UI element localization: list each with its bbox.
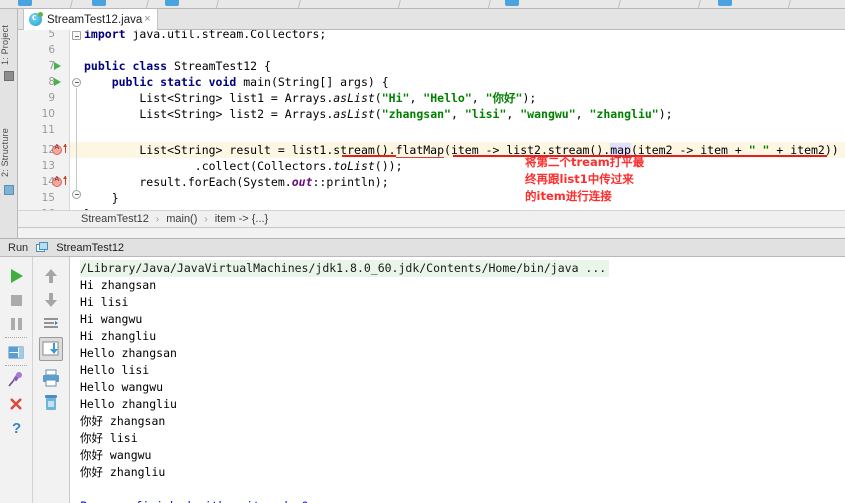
up-arrow-button[interactable] <box>40 265 62 287</box>
editor-tab-streamtest12[interactable]: StreamTest12.java × <box>23 9 158 30</box>
toolbar-separator <box>397 0 404 8</box>
toolbar-divider <box>5 365 27 366</box>
toolbar-separator <box>617 0 624 8</box>
run-tool-window-body: ? /Library/Java/JavaVirtualMachines/jdk1… <box>0 257 845 503</box>
console-line: Hello zhangsan <box>80 346 177 360</box>
code-line-5: import java.util.stream.Collectors; <box>84 30 327 41</box>
annotation-underline-flatmap <box>342 155 396 157</box>
java-class-icon <box>29 12 43 26</box>
toolbar-separator <box>145 0 152 8</box>
run-gutter-icon[interactable] <box>54 78 61 86</box>
breadcrumb-item-class[interactable]: StreamTest12 <box>81 213 149 225</box>
editor-gutter[interactable]: 5 6 7 8 9 10 11 12 13 14 15 16 <box>18 30 70 210</box>
breadcrumb-item-method[interactable]: main() <box>166 213 197 225</box>
code-line-9: List<String> list1 = Arrays.asList("Hi",… <box>84 91 537 105</box>
warning-arrow-icon <box>63 144 67 153</box>
line-number: 10 <box>41 108 55 120</box>
breadcrumb[interactable]: StreamTest12 › main() › item -> {...} <box>18 210 845 228</box>
chevron-right-icon: › <box>155 213 160 225</box>
run-tool-window-header: Run StreamTest12 <box>0 238 845 257</box>
print-button[interactable] <box>40 367 62 389</box>
code-line-7: public class StreamTest12 { <box>84 59 271 73</box>
toolbar-icon-5[interactable] <box>718 0 732 6</box>
svg-text:?: ? <box>12 420 21 437</box>
sidebar-item-structure[interactable]: 2: Structure <box>0 109 18 177</box>
console-line: 你好 lisi <box>80 431 138 445</box>
code-line-14: result.forEach(System.out::println); <box>84 175 389 189</box>
annotation-line-1: 将第二个tream打平最 <box>525 155 645 169</box>
layout-settings-button[interactable] <box>5 341 27 363</box>
breadcrumb-item-lambda[interactable]: item -> {...} <box>215 213 269 225</box>
console-line: 你好 wangwu <box>80 448 152 462</box>
stop-button[interactable] <box>5 289 27 311</box>
line-number: 11 <box>41 124 55 136</box>
line-number: 9 <box>48 92 55 104</box>
chevron-right-icon: › <box>204 213 208 225</box>
run-gutter-icon[interactable] <box>54 62 61 70</box>
console-line: Hi lisi <box>80 295 129 309</box>
down-arrow-button[interactable] <box>40 289 62 311</box>
console-line: Hi wangwu <box>80 312 143 326</box>
toolbar-icon-4[interactable] <box>505 0 519 6</box>
soft-wrap-button[interactable] <box>40 313 62 335</box>
annotation-line-3: 的item进行连接 <box>525 189 612 203</box>
pause-button[interactable] <box>5 313 27 335</box>
toolbar-icon-1[interactable] <box>18 0 32 6</box>
code-line-8: public static void main(String[] args) { <box>111 75 389 89</box>
toolbar-separator <box>697 0 704 8</box>
console-command-line: /Library/Java/JavaVirtualMachines/jdk1.8… <box>80 260 610 277</box>
code-line-13: .collect(Collectors.toList()); <box>84 159 403 173</box>
intellij-idea-window: 1: Project 2: Structure StreamTest12.jav… <box>0 0 845 503</box>
main-toolbar-strip <box>0 0 845 9</box>
scroll-to-end-button[interactable] <box>39 337 63 361</box>
console-line: Hi zhangliu <box>80 329 157 343</box>
console-line: Hello zhangliu <box>80 397 177 411</box>
help-button[interactable]: ? <box>5 417 27 439</box>
editor-tab-row: StreamTest12.java × <box>18 9 845 30</box>
toolbar-icon-2[interactable] <box>92 0 106 6</box>
line-number: 6 <box>48 44 55 56</box>
code-text[interactable]: import java.util.stream.Collectors; publ… <box>70 30 845 210</box>
project-icon <box>4 71 14 81</box>
console-line: Hi zhangsan <box>80 278 157 292</box>
sidebar-item-project[interactable]: 1: Project <box>0 11 18 65</box>
close-icon[interactable]: × <box>142 14 152 25</box>
toolbar-separator <box>215 0 222 8</box>
code-line-10: List<String> list2 = Arrays.asList("zhan… <box>84 107 673 121</box>
run-configuration-icon <box>36 242 49 253</box>
annotation-line-2: 终再跟list1中传过来 <box>525 172 634 186</box>
line-number: 5 <box>48 30 55 40</box>
pin-tab-button[interactable] <box>5 369 27 391</box>
toolbar-separator <box>787 0 794 8</box>
toolbar-separator <box>69 0 76 8</box>
console-line: 你好 zhangliu <box>80 465 166 479</box>
console-line: Hello lisi <box>80 363 150 377</box>
toolbar-divider <box>5 337 27 338</box>
console-exit-message: Process finished with exit code 0 <box>80 498 308 503</box>
console-line: 你好 zhangsan <box>80 414 166 428</box>
toolbar-icon-3[interactable] <box>165 0 179 6</box>
code-editor[interactable]: 5 6 7 8 9 10 11 12 13 14 15 16 import ja… <box>18 30 845 210</box>
structure-icon <box>4 185 14 195</box>
inspection-warning-icon[interactable] <box>52 144 62 155</box>
rerun-button[interactable] <box>5 265 27 287</box>
warning-arrow-icon <box>63 176 67 185</box>
run-tool-window-title: Run <box>8 241 29 254</box>
run-configuration-tab[interactable]: StreamTest12 <box>56 242 124 254</box>
line-number: 15 <box>41 192 55 204</box>
close-button[interactable] <box>5 393 27 415</box>
inspection-warning-icon[interactable] <box>52 176 62 187</box>
console-output[interactable]: /Library/Java/JavaVirtualMachines/jdk1.8… <box>70 257 845 503</box>
code-line-15: } <box>84 191 119 205</box>
run-toolbar-right <box>33 257 70 503</box>
toolbar-separator <box>297 0 304 8</box>
run-toolbar-left: ? <box>0 257 33 503</box>
editor-tab-label: StreamTest12.java <box>47 13 143 26</box>
left-tool-window-bar: 1: Project 2: Structure <box>0 9 18 241</box>
line-number: 13 <box>41 160 55 172</box>
toolbar-separator <box>487 0 494 8</box>
clear-all-button[interactable] <box>40 391 62 413</box>
console-line: Hello wangwu <box>80 380 164 394</box>
